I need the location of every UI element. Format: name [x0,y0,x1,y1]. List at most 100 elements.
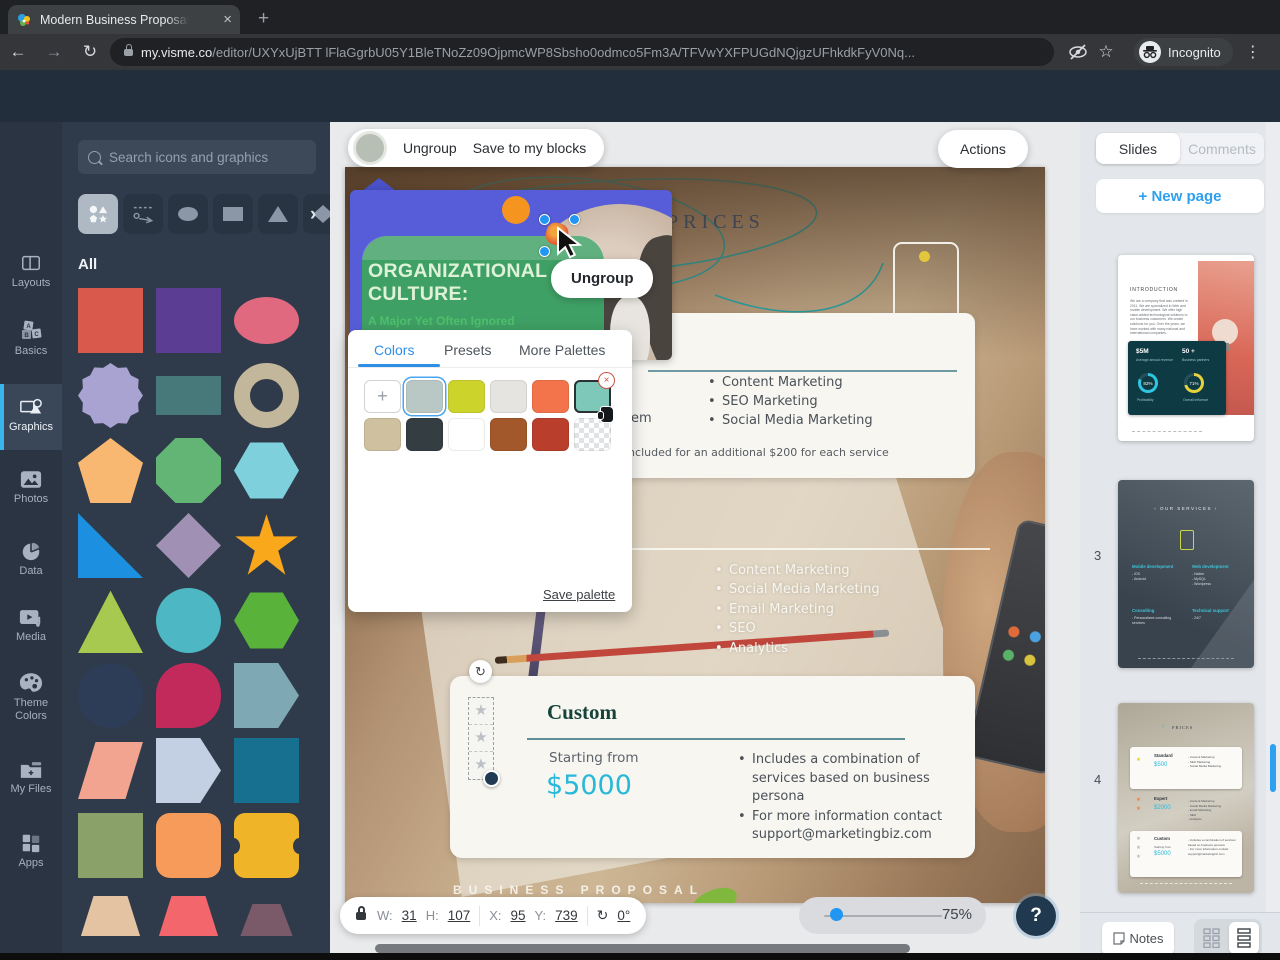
rotation-value[interactable]: 0° [617,908,630,923]
group-color-swatch[interactable] [353,131,387,165]
shape-mauve-diamond[interactable] [156,513,221,578]
category-all-shapes[interactable] [78,194,118,234]
color-swatch-#ccd32b[interactable] [448,380,485,413]
category-rectangle[interactable] [213,194,253,234]
selection-handle[interactable] [539,246,550,257]
shape-green-hexagon[interactable] [234,588,299,653]
list-view-button[interactable] [1229,922,1259,954]
shape-lightsteel-arrow-pentagon[interactable] [156,738,221,803]
tab-presets[interactable]: Presets [444,342,491,358]
tab-colors[interactable]: Colors [374,342,414,358]
slide-thumbnail-3[interactable]: ★ INTRODUCTION We are a company that was… [1118,255,1254,441]
help-button[interactable]: ? [1016,896,1056,936]
zoom-slider-knob[interactable] [830,908,843,921]
shape-orange-pentagon[interactable] [78,438,143,503]
tab-comments[interactable]: Comments [1180,133,1264,164]
shape-yellow-ticket[interactable] [227,813,299,878]
category-ellipse[interactable] [168,194,208,234]
color-swatch-#333d42[interactable] [406,418,443,451]
shape-steel-arrow-pentagon[interactable] [234,663,299,728]
shape-navy-circle[interactable] [78,663,143,728]
tab-more-palettes[interactable]: More Palettes [519,342,605,358]
shape-purple-square[interactable] [156,288,221,353]
slide-title[interactable]: PRICES [667,211,765,234]
actions-button[interactable]: Actions [938,130,1028,168]
color-swatch-#b9c7c5[interactable] [406,380,443,413]
shape-tan-ring[interactable] [234,363,299,428]
shape-blue-right-triangle[interactable] [78,513,143,578]
color-swatch-#e6e4e1[interactable] [490,380,527,413]
save-palette-link[interactable]: Save palette [543,587,615,602]
add-swatch[interactable]: + [364,380,401,413]
back-icon[interactable]: ← [0,42,36,62]
color-swatch-#cfc0a0[interactable] [364,418,401,451]
sidebar-item-basics[interactable]: A B C Basics [0,318,62,370]
color-swatch-#a2582a[interactable] [490,418,527,451]
shape-lime-triangle[interactable] [78,588,143,653]
selection-handle[interactable] [539,214,550,225]
browser-tab[interactable]: Modern Business Proposal × [8,5,240,34]
shape-lightblue-hexagon[interactable] [234,438,299,503]
rotate-handle[interactable]: ↻ [469,660,492,683]
color-swatch-#ffffff[interactable] [448,418,485,451]
sidebar-item-layouts[interactable]: Layouts [0,252,62,300]
shape-orange-rounded-square[interactable] [156,813,221,878]
save-to-blocks-button[interactable]: Save to my blocks [473,140,587,156]
selected-stars-element[interactable]: ★ ★ ★ [468,697,494,780]
new-page-button[interactable]: + New page [1096,179,1264,213]
sidebar-item-media[interactable]: Media [0,608,62,656]
browser-menu-icon[interactable]: ⋮ [1245,42,1261,62]
forward-icon[interactable]: → [36,42,72,62]
x-value[interactable]: 95 [511,908,526,923]
ungroup-tooltip[interactable]: Ungroup [551,259,654,298]
shape-olive-square[interactable] [78,813,143,878]
categories-scroll-chevron-icon[interactable]: › [310,204,316,226]
shape-salmon-parallelogram[interactable] [78,738,143,803]
address-bar[interactable]: my.visme.co /editor/UXYxUjBTT lFlaGgrbU0… [110,38,1054,66]
lock-aspect-icon[interactable] [356,905,366,920]
shape-tan-trapezoid[interactable] [78,888,143,936]
shape-pink-ellipse[interactable] [234,288,299,353]
shape-orange-star[interactable] [234,513,299,578]
sidebar-item-my-files[interactable]: My Files [0,760,62,808]
category-diamond[interactable] [303,194,330,234]
new-tab-icon[interactable]: + [258,8,269,30]
shape-mauve-trapezoid[interactable] [234,888,299,936]
sidebar-item-graphics[interactable]: Graphics [0,384,62,450]
delete-swatch-icon[interactable]: × [598,372,615,389]
color-swatch-#f3734b[interactable] [532,380,569,413]
custom-price-card[interactable]: Custom Starting from $5000 Includes a co… [450,676,975,858]
reload-icon[interactable]: ↻ [72,42,108,62]
bookmark-star-icon[interactable]: ☆ [1088,42,1124,62]
category-lines-arrows[interactable] [123,194,163,234]
category-triangle[interactable] [258,194,298,234]
notes-button[interactable]: Notes [1102,922,1174,955]
selection-handle[interactable] [569,214,580,225]
grid-view-button[interactable] [1197,922,1227,954]
shape-lavender-starburst[interactable] [78,363,143,428]
ungroup-button[interactable]: Ungroup [403,140,457,156]
panel-scroll-track[interactable] [1266,122,1280,912]
search-input[interactable]: Search icons and graphics [78,140,316,174]
selection-resize-handle[interactable] [483,770,500,787]
y-value[interactable]: 739 [555,908,578,923]
color-swatch-#b93e2b[interactable] [532,418,569,451]
horizontal-scrollbar[interactable] [375,944,910,953]
slide-thumbnail-5-selected[interactable]: ‹ PRICES ★ Standard $500 Content Marketi… [1118,703,1254,893]
sidebar-item-theme-colors[interactable]: Theme Colors [0,672,62,734]
shape-red-square[interactable] [78,288,143,353]
height-value[interactable]: 107 [448,908,471,923]
shape-coral-trapezoid[interactable] [156,888,221,936]
tab-close-icon[interactable]: × [223,12,232,27]
shape-teal-circle[interactable] [156,588,221,653]
sidebar-item-data[interactable]: Data [0,540,62,588]
shape-teal-square[interactable] [234,738,299,803]
sidebar-item-apps[interactable]: Apps [0,832,62,880]
editor-canvas[interactable]: PRICES Content MarketingSEO MarketingSoc… [330,122,1080,960]
eye-off-icon[interactable] [1068,42,1088,62]
panel-scrollbar[interactable] [1270,744,1276,792]
sidebar-item-photos[interactable]: Photos [0,470,62,518]
slide-thumbnail-4[interactable]: ‹ OUR SERVICES › Mobile development iOSA… [1118,480,1254,668]
shape-green-octagon[interactable] [156,438,221,503]
shape-crimson-arch[interactable] [156,663,221,728]
